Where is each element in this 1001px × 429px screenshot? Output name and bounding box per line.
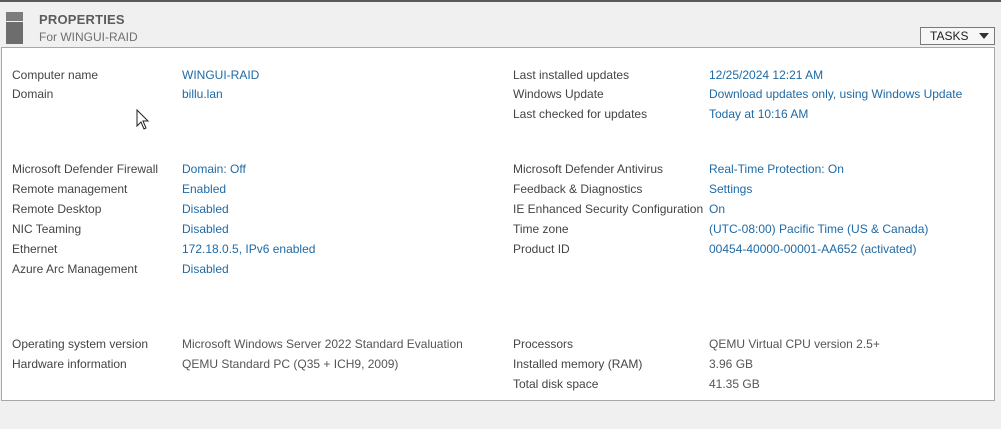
remote-desktop-link[interactable]: Disabled	[182, 201, 229, 217]
os-version-value: Microsoft Windows Server 2022 Standard E…	[182, 337, 463, 351]
feedback-diagnostics-label: Feedback & Diagnostics	[513, 182, 643, 196]
page-subtitle: For WINGUI-RAID	[39, 30, 138, 44]
page-title: PROPERTIES	[39, 12, 125, 27]
computer-name-label: Computer name	[12, 68, 99, 82]
hardware-info-label: Hardware information	[12, 357, 127, 371]
processors-value: QEMU Virtual CPU version 2.5+	[709, 337, 880, 351]
last-installed-updates-label: Last installed updates	[513, 68, 630, 82]
ethernet-link[interactable]: 172.18.0.5, IPv6 enabled	[182, 241, 315, 257]
feedback-diagnostics-link[interactable]: Settings	[709, 181, 752, 197]
remote-management-label: Remote management	[12, 182, 128, 196]
processors-label: Processors	[513, 337, 574, 351]
ethernet-label: Ethernet	[12, 242, 58, 256]
last-checked-updates-link[interactable]: Today at 10:16 AM	[709, 106, 808, 122]
defender-firewall-label: Microsoft Defender Firewall	[12, 162, 159, 176]
nic-teaming-link[interactable]: Disabled	[182, 221, 229, 237]
properties-panel: Computer name WINGUI-RAID Domain billu.l…	[1, 47, 995, 401]
azure-arc-link[interactable]: Disabled	[182, 261, 229, 277]
last-checked-updates-label: Last checked for updates	[513, 107, 648, 121]
defender-firewall-link[interactable]: Domain: Off	[182, 161, 246, 177]
time-zone-link[interactable]: (UTC-08:00) Pacific Time (US & Canada)	[709, 221, 928, 237]
product-id-link[interactable]: 00454-40000-00001-AA652 (activated)	[709, 241, 916, 257]
hardware-info-value: QEMU Standard PC (Q35 + ICH9, 2009)	[182, 357, 399, 371]
computer-name-link[interactable]: WINGUI-RAID	[182, 67, 259, 83]
top-border	[0, 0, 1001, 2]
defender-antivirus-link[interactable]: Real-Time Protection: On	[709, 161, 844, 177]
product-id-label: Product ID	[513, 242, 570, 256]
os-version-label: Operating system version	[12, 337, 149, 351]
windows-update-label: Windows Update	[513, 87, 604, 101]
nic-teaming-label: NIC Teaming	[12, 222, 82, 236]
ie-esc-link[interactable]: On	[709, 201, 725, 217]
defender-antivirus-label: Microsoft Defender Antivirus	[513, 162, 664, 176]
server-icon	[6, 12, 23, 44]
tasks-dropdown-button[interactable]: TASKS	[920, 27, 995, 45]
windows-update-link[interactable]: Download updates only, using Windows Upd…	[709, 86, 962, 102]
tasks-label: TASKS	[930, 29, 969, 43]
time-zone-label: Time zone	[513, 222, 569, 236]
mouse-pointer-icon	[136, 109, 150, 130]
last-installed-updates-link[interactable]: 12/25/2024 12:21 AM	[709, 67, 823, 83]
remote-management-link[interactable]: Enabled	[182, 181, 226, 197]
domain-link[interactable]: billu.lan	[182, 86, 223, 102]
ie-esc-label: IE Enhanced Security Configuration	[513, 202, 704, 216]
total-disk-space-value: 41.35 GB	[709, 377, 760, 391]
remote-desktop-label: Remote Desktop	[12, 202, 102, 216]
installed-memory-value: 3.96 GB	[709, 357, 754, 371]
installed-memory-label: Installed memory (RAM)	[513, 357, 643, 371]
total-disk-space-label: Total disk space	[513, 377, 599, 391]
domain-label: Domain	[12, 87, 54, 101]
chevron-down-icon	[979, 33, 989, 39]
azure-arc-label: Azure Arc Management	[12, 262, 138, 276]
